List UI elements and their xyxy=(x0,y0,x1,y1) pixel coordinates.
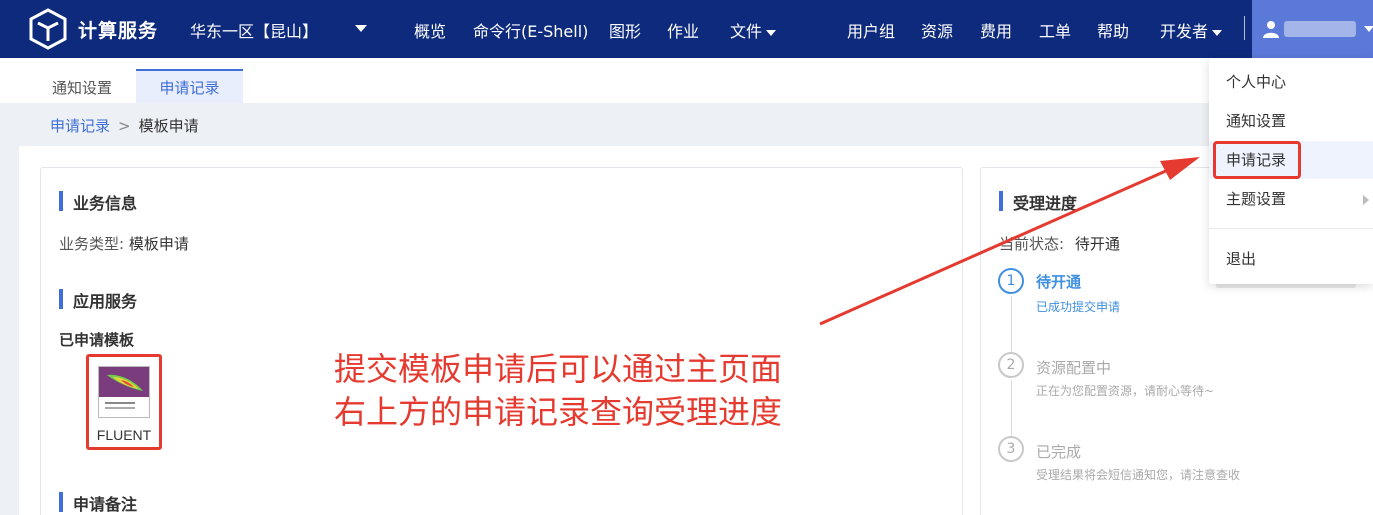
annotation-line-2: 右上方的申请记录查询受理进度 xyxy=(334,393,783,431)
tab-bar: 通知设置 申请记录 xyxy=(0,58,1373,103)
region-selector[interactable]: 华东一区【昆山】 xyxy=(190,18,318,42)
breadcrumb: 申请记录 > 模板申请 xyxy=(50,115,199,136)
thumbnail-caption-lines xyxy=(105,402,135,404)
nav-developer-label: 开发者 xyxy=(1160,22,1209,41)
logo-cube-icon xyxy=(29,8,67,50)
region-caret-icon[interactable] xyxy=(355,25,367,32)
nav-files[interactable]: 文件 xyxy=(730,18,777,42)
step-2-circle: 2 xyxy=(998,352,1024,378)
nav-usergroup[interactable]: 用户组 xyxy=(847,18,895,42)
step-3-circle: 3 xyxy=(998,436,1024,462)
business-type-label: 业务类型: xyxy=(59,235,125,253)
business-type-value: 模板申请 xyxy=(128,235,189,253)
step-connector xyxy=(1011,380,1012,436)
logo-text: 计算服务 xyxy=(78,19,159,42)
chevron-down-icon xyxy=(1364,26,1373,32)
breadcrumb-separator: > xyxy=(118,117,131,135)
template-thumbnail xyxy=(98,366,150,418)
chevron-down-icon xyxy=(766,29,777,36)
step-3-title: 已完成 xyxy=(1036,443,1082,461)
nav-files-label: 文件 xyxy=(730,22,763,41)
step-1-circle: 1 xyxy=(998,268,1024,294)
nav-graphics[interactable]: 图形 xyxy=(609,18,641,42)
template-name: FLUENT xyxy=(96,427,152,443)
chevron-right-icon xyxy=(1363,195,1369,205)
menu-notification-settings[interactable]: 通知设置 xyxy=(1209,102,1373,140)
step-2-title: 资源配置中 xyxy=(1036,359,1112,377)
nav-overview[interactable]: 概览 xyxy=(414,18,446,42)
step-2-desc: 正在为您配置资源，请耐心等待~ xyxy=(1036,384,1215,398)
current-status-value: 待开通 xyxy=(1074,235,1120,253)
applied-template-label: 已申请模板 xyxy=(59,331,135,349)
annotation-text: 提交模板申请后可以通过主页面 右上方的申请记录查询受理进度 xyxy=(334,348,782,434)
nav-billing[interactable]: 费用 xyxy=(980,18,1012,42)
breadcrumb-parent[interactable]: 申请记录 xyxy=(50,117,110,135)
section-progress: 受理进度 xyxy=(999,190,1077,214)
menu-divider xyxy=(1209,228,1373,229)
user-menu-trigger[interactable] xyxy=(1252,0,1373,58)
application-detail-panel xyxy=(40,167,963,515)
nav-tickets[interactable]: 工单 xyxy=(1039,18,1071,42)
user-name-blurred xyxy=(1284,21,1356,37)
menu-theme-settings[interactable]: 主题设置 xyxy=(1209,180,1373,218)
user-icon xyxy=(1263,21,1279,38)
top-navbar: 计算服务 华东一区【昆山】 概览 命令行(E-Shell) 图形 作业 文件 用… xyxy=(0,0,1373,58)
menu-personal-center[interactable]: 个人中心 xyxy=(1209,63,1373,101)
annotation-line-1: 提交模板申请后可以通过主页面 xyxy=(334,350,783,388)
section-app-service: 应用服务 xyxy=(59,288,137,312)
step-connector xyxy=(1011,296,1012,352)
nav-developer[interactable]: 开发者 xyxy=(1160,18,1223,42)
nav-eshell[interactable]: 命令行(E-Shell) xyxy=(473,18,588,42)
chevron-down-icon xyxy=(1212,29,1223,36)
fluent-thumbnail-icon xyxy=(99,367,149,397)
nav-help[interactable]: 帮助 xyxy=(1097,18,1129,42)
highlight-box-application-records xyxy=(1213,141,1301,179)
breadcrumb-current: 模板申请 xyxy=(138,117,199,135)
template-card-fluent[interactable]: FLUENT xyxy=(86,354,162,450)
tab-notification-settings[interactable]: 通知设置 xyxy=(28,69,136,103)
nav-jobs[interactable]: 作业 xyxy=(667,18,699,42)
tab-application-records[interactable]: 申请记录 xyxy=(136,69,243,103)
logo[interactable]: 计算服务 xyxy=(26,7,166,51)
business-type-field: 业务类型: 模板申请 xyxy=(59,233,189,254)
section-remarks: 申请备注 xyxy=(59,491,137,515)
section-business-info: 业务信息 xyxy=(59,190,137,214)
nav-resources[interactable]: 资源 xyxy=(921,18,953,42)
step-3-desc: 受理结果将会短信通知您，请注意查收 xyxy=(1036,468,1241,482)
step-1-desc: 已成功提交申请 xyxy=(1036,300,1121,314)
current-status-field: 当前状态: 待开通 xyxy=(999,233,1120,254)
current-status-label: 当前状态: xyxy=(999,235,1065,253)
step-1-title: 待开通 xyxy=(1036,273,1082,291)
menu-theme-settings-label: 主题设置 xyxy=(1226,190,1287,208)
menu-logout[interactable]: 退出 xyxy=(1209,240,1373,278)
nav-divider xyxy=(1244,16,1245,40)
